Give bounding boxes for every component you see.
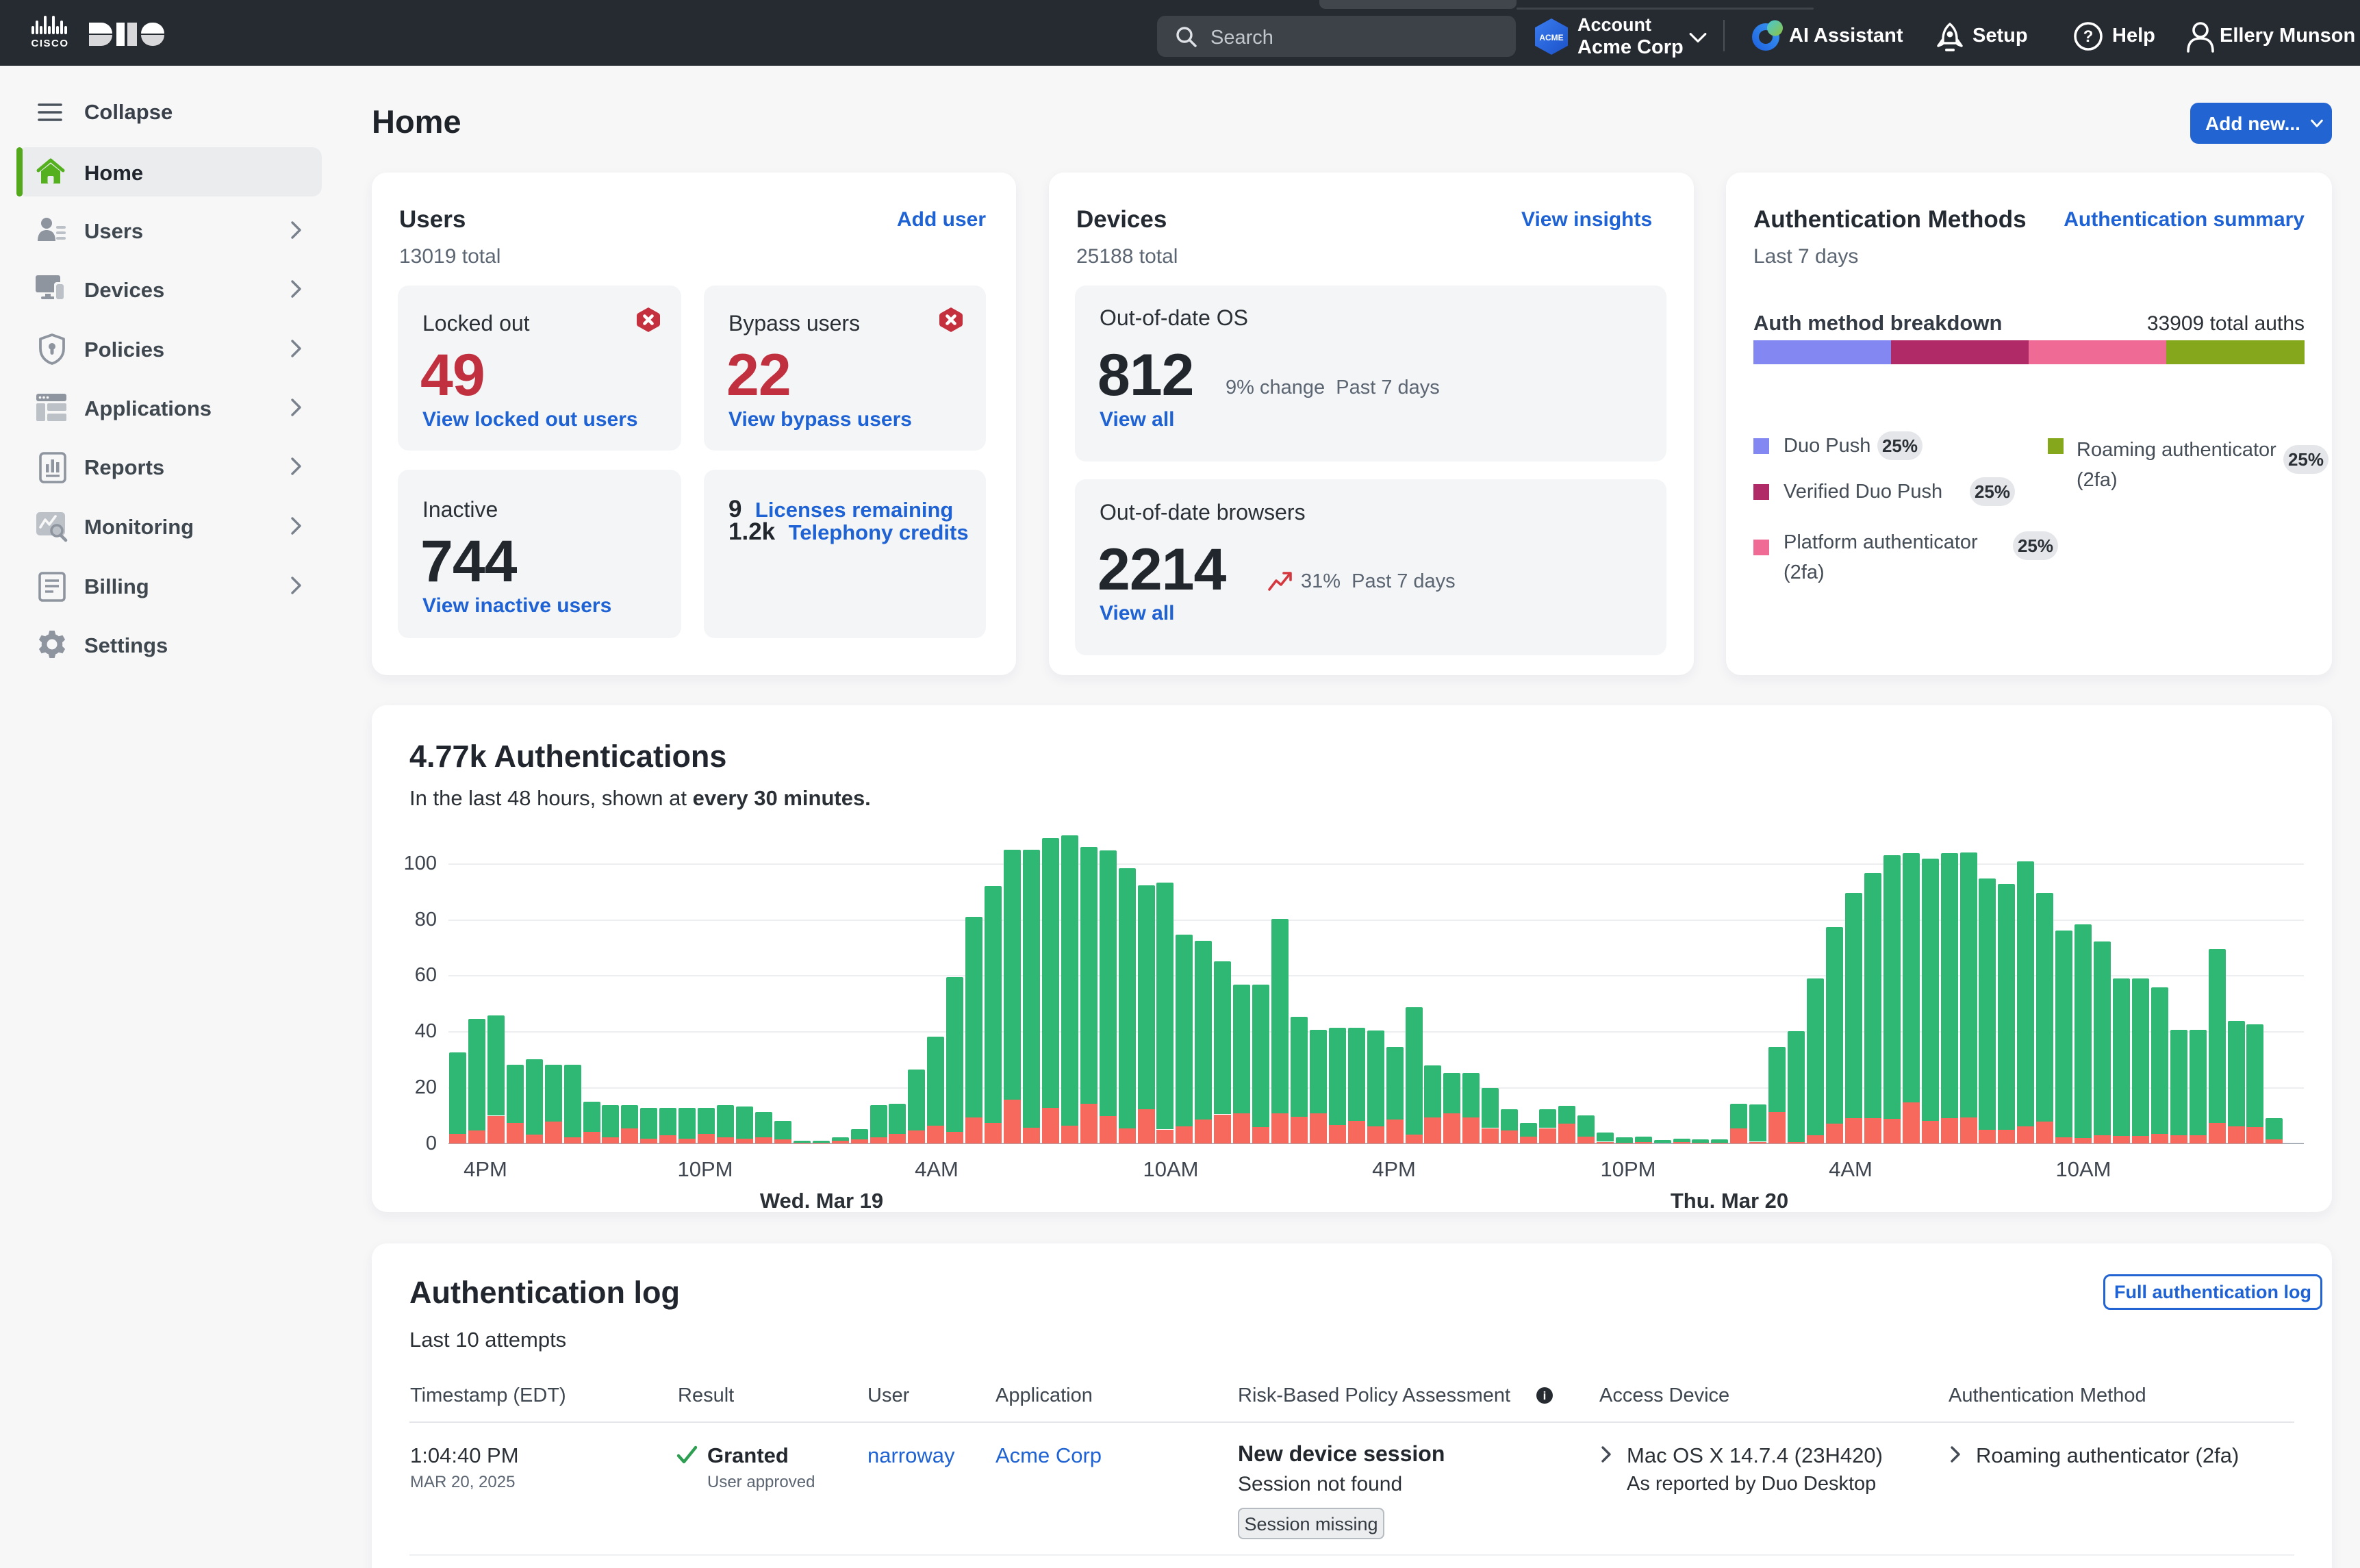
svg-text:ACME: ACME [1539,33,1563,42]
svg-text:i: i [1543,1389,1547,1402]
svg-text:?: ? [2083,27,2094,46]
